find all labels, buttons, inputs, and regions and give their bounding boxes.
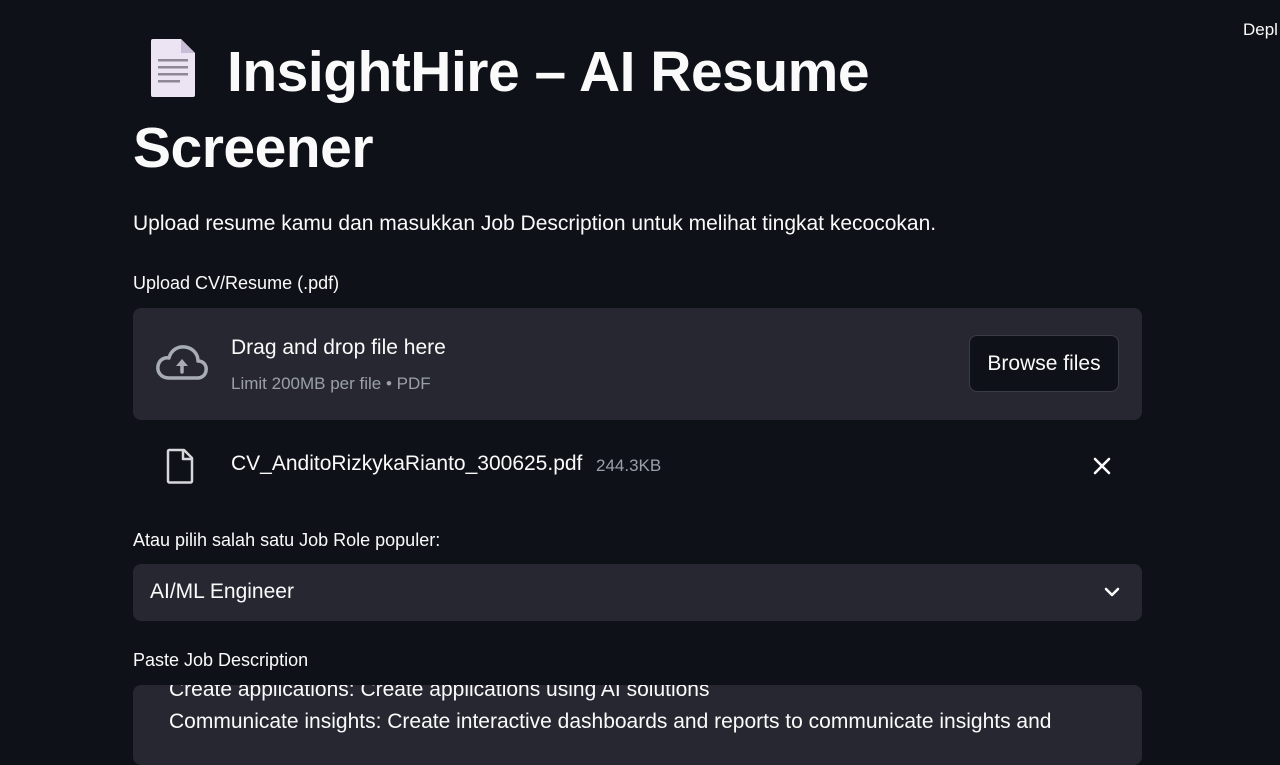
chevron-down-icon (1104, 587, 1120, 597)
uploaded-file-name: CV_AnditoRizkykaRianto_300625.pdf (231, 452, 583, 475)
close-icon[interactable] (1091, 455, 1113, 477)
page-title-line1: InsightHire – AI Resume (227, 40, 870, 104)
job-role-selected-value: AI/ML Engineer (150, 580, 294, 603)
job-role-label: Atau pilih salah satu Job Role populer: (133, 530, 441, 550)
job-role-select[interactable]: AI/ML Engineer (133, 564, 1142, 621)
uploader-label: Upload CV/Resume (.pdf) (133, 273, 340, 293)
file-dropzone[interactable]: Drag and drop file here Limit 200MB per … (133, 308, 1142, 420)
job-description-line: Create applications: Create applications… (169, 685, 710, 701)
page-subtitle: Upload resume kamu dan masukkan Job Desc… (133, 212, 937, 235)
uploaded-file-size: 244.3KB (596, 456, 662, 475)
dropzone-limit: Limit 200MB per file • PDF (231, 374, 431, 393)
uploaded-file-row: CV_AnditoRizkykaRianto_300625.pdf 244.3K… (133, 444, 1142, 488)
document-icon (151, 39, 195, 97)
file-icon (166, 448, 194, 484)
deploy-button[interactable]: Depl (1243, 20, 1278, 40)
page-title: InsightHire – AI Resume Screener (133, 34, 1033, 186)
browse-files-button[interactable]: Browse files (969, 335, 1119, 392)
job-description-line: Communicate insights: Create interactive… (169, 710, 1052, 733)
cloud-upload-icon (156, 345, 208, 380)
job-description-textarea[interactable]: Create applications: Create applications… (133, 685, 1142, 765)
page-title-line2: Screener (133, 116, 374, 180)
dropzone-instructions: Drag and drop file here (231, 336, 446, 359)
job-description-label: Paste Job Description (133, 650, 309, 670)
